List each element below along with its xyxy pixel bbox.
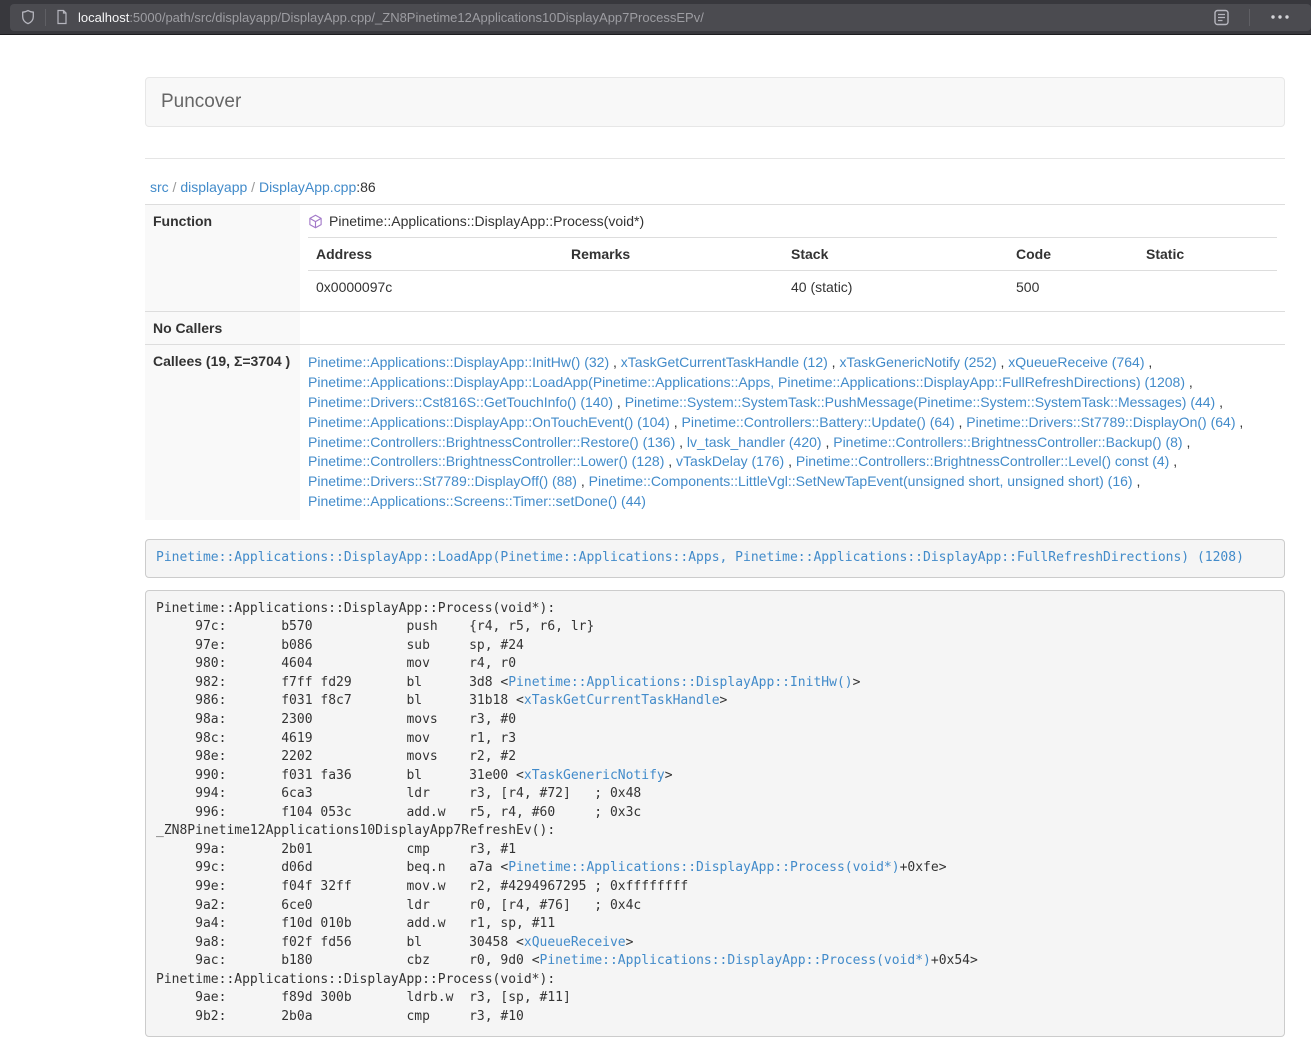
callee-link[interactable]: xQueueReceive (764) <box>1008 354 1144 370</box>
url-host: localhost <box>78 10 129 25</box>
header-divider <box>145 158 1285 159</box>
callee-link[interactable]: vTaskDelay (176) <box>676 453 784 469</box>
metrics-header-row: Address Remarks Stack Code Static <box>308 238 1277 271</box>
callees-row: Callees (19, Σ=3704 ) Pinetime::Applicat… <box>145 345 1285 521</box>
function-name-line: Pinetime::Applications::DisplayApp::Proc… <box>308 213 1277 229</box>
assembly-line: 99e: f04f 32ff mov.w r2, #4294967295 ; 0… <box>156 878 1274 897</box>
assembly-symbol-link[interactable]: Pinetime::Applications::DisplayApp::Init… <box>508 675 852 690</box>
assembly-line: 99a: 2b01 cmp r3, #1 <box>156 841 1274 860</box>
static-cell <box>1138 271 1277 304</box>
page-info-icon[interactable] <box>55 9 69 25</box>
callee-link[interactable]: xTaskGetCurrentTaskHandle (12) <box>621 354 828 370</box>
callee-link[interactable]: Pinetime::Components::LittleVgl::SetNewT… <box>589 473 1133 489</box>
function-label: Function <box>145 205 300 312</box>
symbol-cube-icon <box>308 214 323 229</box>
assembly-line: 97c: b570 push {r4, r5, r6, lr} <box>156 618 1274 637</box>
callee-link[interactable]: Pinetime::Applications::DisplayApp::Init… <box>308 354 609 370</box>
assembly-line: 980: 4604 mov r4, r0 <box>156 655 1274 674</box>
breadcrumb-separator: / <box>169 179 181 195</box>
function-metrics-table: Address Remarks Stack Code Static 0x0000… <box>308 237 1277 303</box>
callee-link[interactable]: xTaskGenericNotify (252) <box>839 354 996 370</box>
shield-icon[interactable] <box>20 9 36 25</box>
url-bar-divider <box>45 9 46 26</box>
load-app-signature-box: Pinetime::Applications::DisplayApp::Load… <box>145 539 1285 578</box>
menu-dots-icon[interactable] <box>1271 15 1289 19</box>
column-header-remarks: Remarks <box>563 238 783 271</box>
browser-toolbar: localhost:5000/path/src/displayapp/Displ… <box>0 0 1311 35</box>
no-callers-label: No Callers <box>145 312 300 345</box>
assembly-line: 98e: 2202 movs r2, #2 <box>156 748 1274 767</box>
callee-link[interactable]: Pinetime::Applications::DisplayApp::Load… <box>308 374 1185 390</box>
breadcrumb-link-src[interactable]: src <box>150 179 169 195</box>
address-cell: 0x0000097c <box>308 271 563 304</box>
toolbar-divider <box>1249 9 1250 26</box>
assembly-line: Pinetime::Applications::DisplayApp::Proc… <box>156 971 1274 990</box>
column-header-static: Static <box>1138 238 1277 271</box>
assembly-line: _ZN8Pinetime12Applications10DisplayApp7R… <box>156 822 1274 841</box>
assembly-line: 97e: b086 sub sp, #24 <box>156 637 1274 656</box>
callee-link[interactable]: Pinetime::Drivers::St7789::DisplayOn() (… <box>966 414 1235 430</box>
assembly-symbol-link[interactable]: Pinetime::Applications::DisplayApp::Proc… <box>540 953 931 968</box>
assembly-line: 98a: 2300 movs r3, #0 <box>156 711 1274 730</box>
callee-link[interactable]: Pinetime::Applications::Screens::Timer::… <box>308 493 646 509</box>
assembly-symbol-link[interactable]: xTaskGenericNotify <box>524 768 665 783</box>
callee-link[interactable]: Pinetime::Controllers::BrightnessControl… <box>308 453 664 469</box>
assembly-line: Pinetime::Applications::DisplayApp::Proc… <box>156 600 1274 619</box>
breadcrumb: src / displayapp / DisplayApp.cpp:86 <box>150 179 1285 195</box>
callee-link[interactable]: Pinetime::Applications::DisplayApp::OnTo… <box>308 414 670 430</box>
callees-list: Pinetime::Applications::DisplayApp::Init… <box>300 345 1285 521</box>
function-name: Pinetime::Applications::DisplayApp::Proc… <box>329 213 644 229</box>
reader-mode-icon[interactable] <box>1213 9 1230 26</box>
assembly-line: 99c: d06d beq.n a7a <Pinetime::Applicati… <box>156 859 1274 878</box>
stack-cell: 40 (static) <box>783 271 1008 304</box>
assembly-symbol-link[interactable]: xQueueReceive <box>524 935 626 950</box>
signature-link[interactable]: Pinetime::Applications::DisplayApp::Load… <box>156 550 1244 565</box>
assembly-line: 9a2: 6ce0 ldr r0, [r4, #76] ; 0x4c <box>156 897 1274 916</box>
assembly-line: 9ac: b180 cbz r0, 9d0 <Pinetime::Applica… <box>156 952 1274 971</box>
url-bar[interactable]: localhost:5000/path/src/displayapp/Displ… <box>10 4 1311 31</box>
callee-link[interactable]: Pinetime::Controllers::BrightnessControl… <box>308 434 675 450</box>
assembly-line: 986: f031 f8c7 bl 31b18 <xTaskGetCurrent… <box>156 692 1274 711</box>
column-header-stack: Stack <box>783 238 1008 271</box>
assembly-line: 990: f031 fa36 bl 31e00 <xTaskGenericNot… <box>156 767 1274 786</box>
remarks-cell <box>563 271 783 304</box>
column-header-address: Address <box>308 238 563 271</box>
callee-link[interactable]: Pinetime::System::SystemTask::PushMessag… <box>625 394 1216 410</box>
assembly-line: 9b2: 2b0a cmp r3, #10 <box>156 1008 1274 1027</box>
assembly-line: 9ae: f89d 300b ldrb.w r3, [sp, #11] <box>156 989 1274 1008</box>
breadcrumb-link-displayapp[interactable]: displayapp <box>180 179 247 195</box>
callee-link[interactable]: Pinetime::Controllers::BrightnessControl… <box>796 453 1169 469</box>
breadcrumb-link-displayapp-cpp[interactable]: DisplayApp.cpp <box>259 179 356 195</box>
callees-label: Callees (19, Σ=3704 ) <box>145 345 300 521</box>
callee-link[interactable]: Pinetime::Controllers::BrightnessControl… <box>833 434 1182 450</box>
url-text[interactable]: localhost:5000/path/src/displayapp/Displ… <box>78 10 1205 25</box>
no-callers-cell <box>300 312 1285 345</box>
brand-link[interactable]: Puncover <box>146 91 256 113</box>
code-cell: 500 <box>1008 271 1138 304</box>
assembly-line: 9a8: f02f fd56 bl 30458 <xQueueReceive> <box>156 934 1274 953</box>
callee-link[interactable]: Pinetime::Drivers::St7789::DisplayOff() … <box>308 473 577 489</box>
url-path: :5000/path/src/displayapp/DisplayApp.cpp… <box>129 10 704 25</box>
assembly-symbol-link[interactable]: xTaskGetCurrentTaskHandle <box>524 693 720 708</box>
breadcrumb-separator: / <box>247 179 259 195</box>
metrics-value-row: 0x0000097c 40 (static) 500 <box>308 271 1277 304</box>
callee-link[interactable]: Pinetime::Drivers::Cst816S::GetTouchInfo… <box>308 394 613 410</box>
assembly-line: 98c: 4619 mov r1, r3 <box>156 730 1274 749</box>
assembly-line: 9a4: f10d 010b add.w r1, sp, #11 <box>156 915 1274 934</box>
callee-link[interactable]: lv_task_handler (420) <box>687 434 822 450</box>
breadcrumb-line-number: :86 <box>356 179 375 195</box>
function-row: Function Pinetime::Applications::Display… <box>145 205 1285 312</box>
assembly-symbol-link[interactable]: Pinetime::Applications::DisplayApp::Proc… <box>508 860 899 875</box>
assembly-line: 996: f104 053c add.w r5, r4, #60 ; 0x3c <box>156 804 1274 823</box>
no-callers-row: No Callers <box>145 312 1285 345</box>
assembly-line: 982: f7ff fd29 bl 3d8 <Pinetime::Applica… <box>156 674 1274 693</box>
callee-link[interactable]: Pinetime::Controllers::Battery::Update()… <box>682 414 955 430</box>
function-table: Function Pinetime::Applications::Display… <box>145 204 1285 520</box>
page-container: Puncover src / displayapp / DisplayApp.c… <box>145 77 1285 1037</box>
puncover-header: Puncover <box>145 77 1285 127</box>
assembly-line: 994: 6ca3 ldr r3, [r4, #72] ; 0x48 <box>156 785 1274 804</box>
disassembly-listing: Pinetime::Applications::DisplayApp::Proc… <box>145 590 1285 1037</box>
column-header-code: Code <box>1008 238 1138 271</box>
